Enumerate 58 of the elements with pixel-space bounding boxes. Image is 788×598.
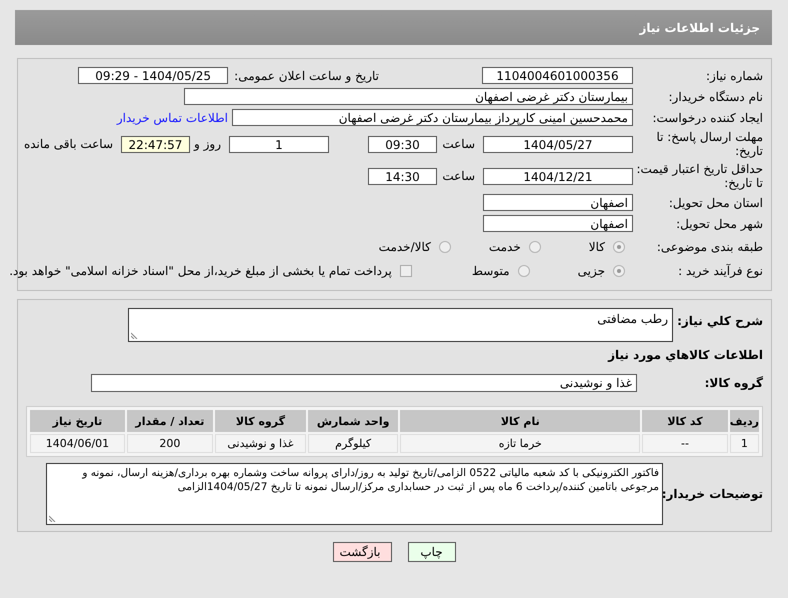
text-field[interactable]: 14:30: [368, 168, 437, 184]
field-label: توضیحات خریدار:: [663, 487, 764, 501]
print-button[interactable]: چاپ: [408, 542, 456, 562]
timer-field[interactable]: 22:47:57: [121, 136, 190, 152]
table-cell: 200: [126, 434, 213, 453]
text-field[interactable]: 1404/12/21: [483, 168, 633, 184]
option-label: جزیی: [578, 264, 605, 278]
table-cell: 1: [730, 434, 759, 453]
option-label: کالا/خدمت: [378, 240, 431, 254]
text-field[interactable]: 1404/05/25 - 09:29: [78, 67, 228, 84]
text-field[interactable]: اصفهان: [483, 215, 633, 232]
column-header: واحد شمارش: [308, 410, 398, 432]
table-cell: --: [642, 434, 728, 453]
text-value: رطب مضافتی: [597, 312, 668, 326]
field-label: طبقه بندی موضوعی:: [656, 240, 764, 254]
table-cell: کیلوگرم: [308, 434, 398, 453]
text-area[interactable]: رطب مضافتی: [128, 308, 673, 342]
contact-link[interactable]: اطلاعات تماس خریدار: [116, 110, 228, 124]
text-value: فاکتور الکترونیکی با کد شعبه مالیاتی 0522 الزامی/تاریخ تولید به روز/دارای پروانه ساخت وشماره بهره برداری/هزینه ارسال، نمونه و مرجوعی باتامین کننده/پرداخت 6 ماه پس از ثبت در حسابداری مرکز/ارسال نمونه تا تاریخ 1404/05/27الزامی: [82, 467, 659, 493]
text-field[interactable]: 1404/05/27: [483, 136, 633, 152]
field-label: پرداخت تمام یا بخشی از مبلغ خرید،از محل "اسناد خزانه اسلامی" خواهد بود.: [9, 264, 392, 278]
field-label: گروه کالا:: [704, 376, 764, 390]
section-heading: اطلاعات كالاهاي مورد نياز: [606, 348, 764, 362]
column-header: تعداد / مقدار: [126, 410, 213, 432]
field-label: شهر محل تحویل:: [675, 216, 764, 230]
text-field[interactable]: اصفهان: [483, 194, 633, 211]
option-label: متوسط: [472, 264, 510, 278]
option-label: خدمت: [488, 240, 521, 254]
column-header: نام کالا: [400, 410, 640, 432]
column-header: تاریخ نیاز: [30, 410, 125, 432]
column-header: گروه کالا: [214, 410, 306, 432]
option-label: کالا: [588, 240, 605, 254]
text-field[interactable]: 09:30: [368, 136, 437, 152]
column-header: ردیف: [730, 410, 759, 432]
text-field[interactable]: محمدحسین امینی کارپرداز بیمارستان دکتر غرضی اصفهان: [232, 109, 633, 126]
field-label: نام دستگاه خریدار:: [668, 90, 764, 104]
field-label: مهلت ارسال پاسخ: تا تاریخ:: [655, 130, 764, 158]
back-button[interactable]: بازگشت: [332, 542, 392, 562]
text-field[interactable]: 1104004601000356: [482, 67, 633, 84]
field-label: ایجاد کننده درخواست:: [651, 110, 764, 124]
page-title: جزئیات اطلاعات نیاز: [639, 20, 760, 34]
table-cell: 1404/06/01: [30, 434, 125, 453]
field-label: استان محل تحویل:: [668, 196, 764, 210]
field-label: تاریخ و ساعت اعلان عمومی:: [234, 68, 379, 82]
field-label: شرح كلي نياز:: [676, 314, 764, 328]
field-label: شماره نیاز:: [705, 68, 764, 82]
text-field[interactable]: بیمارستان دکتر غرضی اصفهان: [184, 88, 633, 105]
field-label: حداقل تاریخ اعتبار قیمت: تا تاریخ:: [635, 162, 764, 190]
column-header: کد کالا: [642, 410, 728, 432]
text-field[interactable]: غذا و نوشیدنی: [91, 374, 637, 392]
field-label: روز و: [194, 137, 221, 151]
text-field[interactable]: 1: [229, 136, 329, 152]
field-label: ساعت: [441, 137, 475, 151]
field-label: نوع فرآیند خرید :: [677, 264, 764, 278]
field-label: ساعت باقی مانده: [24, 137, 113, 151]
table-cell: غذا و نوشیدنی: [214, 434, 306, 453]
field-label: ساعت: [441, 169, 475, 183]
table-cell: خرما تازه: [400, 434, 640, 453]
